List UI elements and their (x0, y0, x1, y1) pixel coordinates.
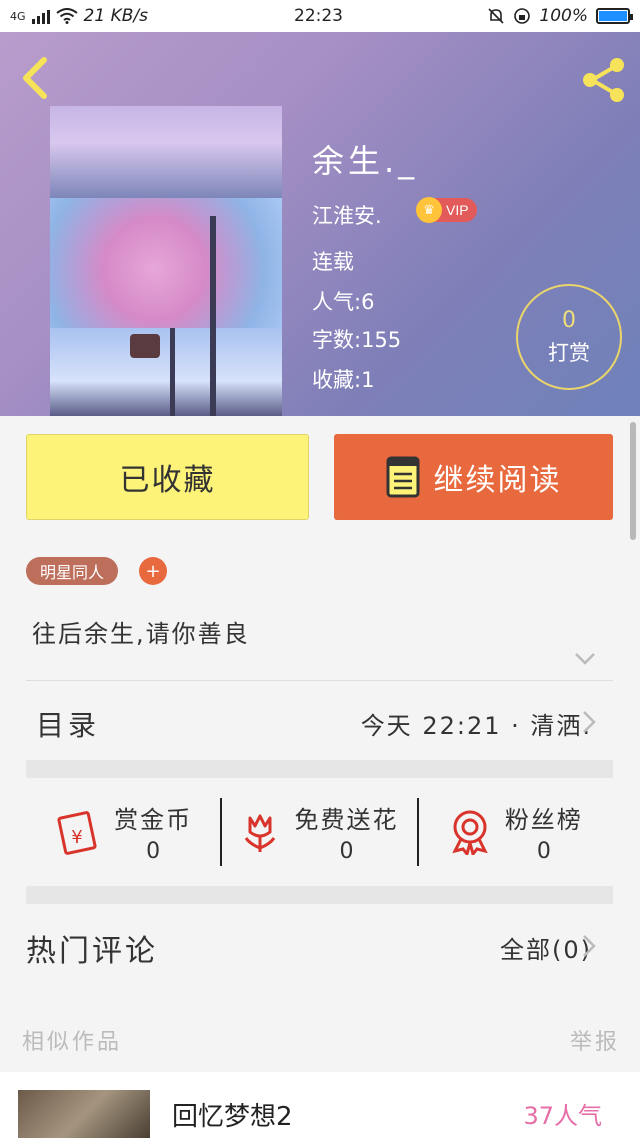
clock: 22:23 (294, 6, 343, 26)
stat-count: 0 (146, 839, 161, 864)
book-collections: 收藏:1 (312, 368, 375, 392)
stat-count: 0 (339, 839, 354, 864)
share-icon[interactable] (578, 54, 630, 106)
chevron-right-icon[interactable] (582, 710, 596, 734)
report-link[interactable]: 举报 (570, 1024, 620, 1056)
book-status: 连载 (312, 250, 354, 274)
battery-icon (596, 8, 633, 24)
reward-label: 打赏 (548, 340, 590, 365)
flower-icon (245, 814, 276, 852)
toc-label[interactable]: 目录 (36, 704, 100, 744)
section-divider (26, 886, 613, 904)
continue-reading-button[interactable]: 继续阅读 (334, 434, 613, 520)
toc-latest-chapter[interactable]: 今天 22:21 · 清洒. (361, 706, 592, 741)
book-header: 余生._ 江淮安. ♛ VIP 连载 人气:6 字数:155 收藏:1 0 打赏 (0, 32, 640, 416)
stat-gold-coins[interactable]: ¥ 赏金币 0 (26, 796, 220, 868)
list-item-popularity: 37人气 (523, 1102, 602, 1130)
continue-reading-label: 继续阅读 (433, 463, 562, 498)
reward-count: 0 (562, 307, 576, 333)
chevron-right-icon[interactable] (582, 934, 596, 958)
wifi-icon (55, 8, 78, 24)
vip-label: VIP (446, 202, 469, 218)
stat-free-flowers[interactable]: 免费送花 0 (222, 796, 416, 868)
collected-button[interactable]: 已收藏 (26, 434, 309, 520)
divider (26, 680, 613, 681)
all-comments-link[interactable]: 全部(0) (500, 930, 592, 965)
status-bar: 4G 21 KB/s 22:23 100% (0, 0, 640, 32)
book-cover[interactable] (50, 106, 282, 416)
back-arrow-icon[interactable] (16, 56, 56, 100)
signal-icon (31, 8, 50, 24)
chevron-down-icon[interactable] (574, 652, 596, 666)
rotation-lock-icon (514, 8, 531, 24)
status-left: 4G 21 KB/s (10, 6, 148, 26)
stat-fans-ranking[interactable]: 粉丝榜 0 (419, 796, 613, 868)
reward-button[interactable]: 0 打赏 (516, 284, 622, 390)
network-type: 4G (10, 9, 26, 23)
crown-icon: ♛ (416, 197, 442, 223)
book-popularity: 人气:6 (312, 290, 375, 314)
book-author[interactable]: 江淮安. (312, 200, 382, 230)
scrollbar[interactable] (630, 422, 636, 540)
hot-comments-label: 热门评论 (26, 934, 158, 969)
book-thumbnail (18, 1090, 150, 1138)
svg-text:¥: ¥ (71, 827, 82, 848)
stat-name: 赏金币 (114, 806, 193, 834)
book-word-count: 字数:155 (312, 328, 402, 352)
list-item[interactable]: 回忆梦想2 37人气 (0, 1072, 640, 1138)
book-icon (386, 456, 419, 498)
stat-count: 0 (536, 839, 551, 864)
red-envelope-icon: ¥ (57, 811, 97, 855)
category-tag[interactable]: 明星同人 (26, 557, 119, 585)
stat-name: 粉丝榜 (504, 806, 583, 834)
battery-percent: 100% (539, 6, 588, 26)
book-description: 往后余生,请你善良 (32, 620, 250, 648)
add-tag-button[interactable]: + (139, 557, 167, 585)
book-title: 余生._ (312, 142, 419, 180)
mute-bell-icon (488, 8, 504, 24)
stat-name: 免费送花 (294, 806, 399, 834)
network-speed: 21 KB/s (83, 6, 148, 26)
list-item-title: 回忆梦想2 (172, 1102, 293, 1132)
stats-row: ¥ 赏金币 0 免费送花 0 粉丝榜 0 (26, 796, 613, 868)
similar-works-label: 相似作品 (22, 1030, 123, 1055)
vip-badge: ♛ VIP (416, 197, 477, 223)
status-right: 100% (487, 6, 633, 26)
section-divider (26, 760, 613, 778)
medal-icon (452, 810, 488, 855)
